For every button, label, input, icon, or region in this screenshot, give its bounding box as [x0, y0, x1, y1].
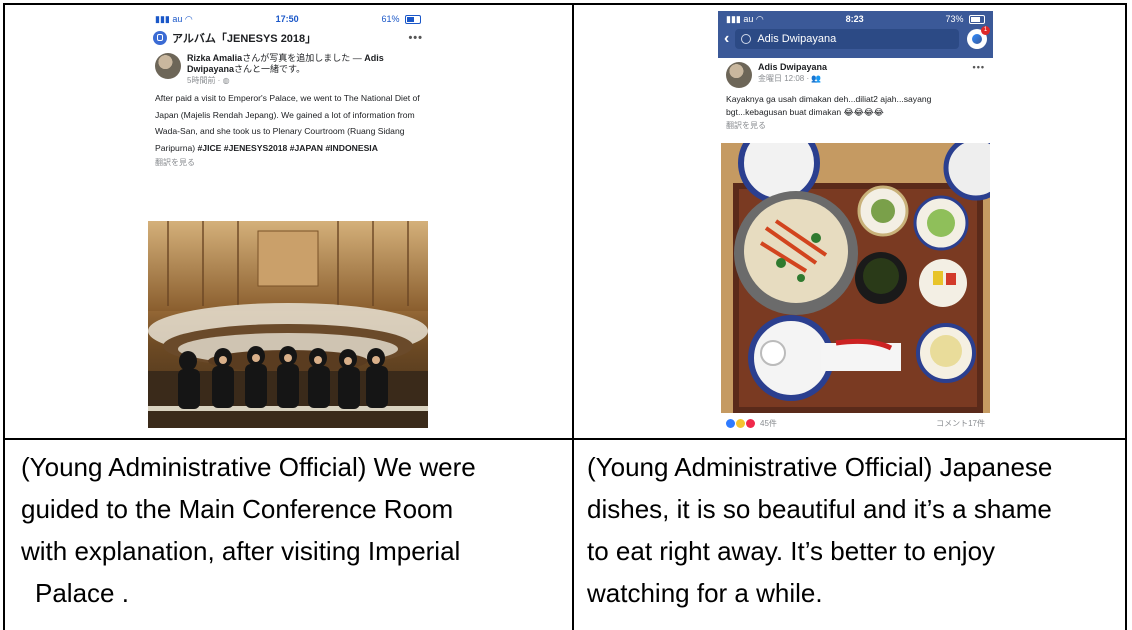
battery-icon — [969, 15, 985, 25]
post-text: Kayaknya ga usah dimakan deh...diliat2 a… — [726, 94, 932, 117]
friends-icon: 👥 — [811, 74, 822, 83]
globe-icon: ◍ — [222, 76, 230, 85]
avatar[interactable] — [155, 53, 181, 79]
see-translation-link[interactable]: 翻訳を見る — [147, 156, 429, 170]
left-caption-line: Palace . — [35, 578, 129, 608]
left-caption: (Young Administrative Official) We were … — [21, 446, 476, 614]
post-text: After paid a visit to Emperor's Palace, … — [147, 88, 429, 156]
author-name-link[interactable]: Adis Dwipayana — [758, 62, 827, 72]
album-icon — [153, 31, 167, 45]
like-reaction-icon — [726, 418, 735, 428]
post-header: Adis Dwipayana 金曜日 12:08 · 👥 ••• — [718, 58, 993, 90]
left-caption-line: guided to the Main Conference Room — [21, 494, 454, 524]
right-facebook-screenshot: ▮▮▮ au ◠ 8:23 73% ‹ Adis Dwipayana 1 Adi… — [718, 11, 993, 431]
table-border-right — [1125, 3, 1127, 630]
reactions-count[interactable]: 45件 — [760, 418, 777, 429]
search-query-text: Adis Dwipayana — [757, 33, 837, 45]
facebook-header: ▮▮▮ au ◠ 8:23 73% ‹ Adis Dwipayana 1 — [718, 11, 993, 58]
post-author-line: Rizka Amaliaさんが写真を追加しました — Adis Dwipayan… — [187, 53, 421, 86]
left-caption-line: (Young Administrative Official) We were — [21, 452, 476, 482]
right-caption-line: dishes, it is so beautiful and it’s a sh… — [587, 494, 1052, 524]
more-options-icon[interactable]: ••• — [408, 32, 423, 44]
table-border-left — [3, 3, 5, 630]
search-input[interactable]: Adis Dwipayana — [735, 29, 959, 49]
carrier-signal: ▮▮▮ au ◠ — [726, 13, 764, 24]
haha-reaction-icon — [736, 418, 745, 428]
see-translation-link[interactable]: 翻訳を見る — [718, 119, 993, 133]
avatar[interactable] — [726, 62, 752, 88]
search-icon — [741, 34, 752, 44]
post-timestamp: 金曜日 12:08 · 👥 — [758, 74, 822, 83]
status-bar: ▮▮▮ au ◠ 8:23 73% — [718, 11, 993, 27]
more-options-icon[interactable]: ••• — [973, 62, 985, 88]
meal-illustration — [721, 143, 990, 413]
tagged-rest-text: さんと一緒です。 — [234, 64, 306, 74]
status-time: 17:50 — [275, 14, 299, 24]
author-action-text: さんが写真を追加しました — — [242, 53, 365, 63]
right-caption: (Young Administrative Official) Japanese… — [587, 446, 1052, 614]
right-caption-line: watching for a while. — [587, 578, 823, 608]
right-caption-line: to eat right away. It’s better to enjoy — [587, 536, 996, 566]
right-caption-line: (Young Administrative Official) Japanese — [587, 452, 1053, 482]
reactions-row: 45件 コメント17件 — [726, 416, 985, 430]
comments-count[interactable]: コメント17件 — [936, 418, 985, 429]
messenger-badge: 1 — [981, 26, 990, 35]
love-reaction-icon — [746, 418, 755, 428]
table-border-middle — [572, 3, 574, 630]
album-header: アルバム「JENESYS 2018」 ••• — [147, 27, 429, 49]
chamber-illustration — [148, 221, 428, 428]
left-caption-line: with explanation, after visiting Imperia… — [21, 536, 461, 566]
post-header: Rizka Amaliaさんが写真を追加しました — Adis Dwipayan… — [147, 49, 429, 88]
carrier-signal: ▮▮▮ au ◠ — [155, 13, 193, 24]
author-name-link[interactable]: Rizka Amalia — [187, 53, 242, 63]
post-author-line: Adis Dwipayana 金曜日 12:08 · 👥 — [758, 62, 827, 88]
album-title: アルバム「JENESYS 2018」 — [172, 33, 317, 45]
left-facebook-screenshot: ▮▮▮ au ◠ 17:50 61% アルバム「JENESYS 2018」 ••… — [147, 11, 429, 428]
japanese-meal-photo[interactable] — [721, 143, 990, 413]
status-time: 8:23 — [845, 14, 864, 24]
battery-status: 61% — [381, 14, 421, 25]
table-row-divider — [3, 438, 1127, 440]
status-bar: ▮▮▮ au ◠ 17:50 61% — [147, 11, 429, 27]
battery-icon — [404, 15, 421, 25]
post-timestamp: 5時間前 · ◍ — [187, 76, 230, 85]
table-border-top — [3, 3, 1127, 5]
back-arrow-icon[interactable]: ‹ — [724, 30, 729, 48]
messenger-icon[interactable]: 1 — [967, 26, 990, 49]
search-row: ‹ Adis Dwipayana 1 — [718, 26, 993, 51]
parliament-chamber-photo[interactable] — [148, 221, 428, 428]
battery-status: 73% — [945, 14, 985, 25]
post-hashtags[interactable]: #JICE #JENESYS2018 #JAPAN #INDONESIA — [198, 143, 378, 153]
